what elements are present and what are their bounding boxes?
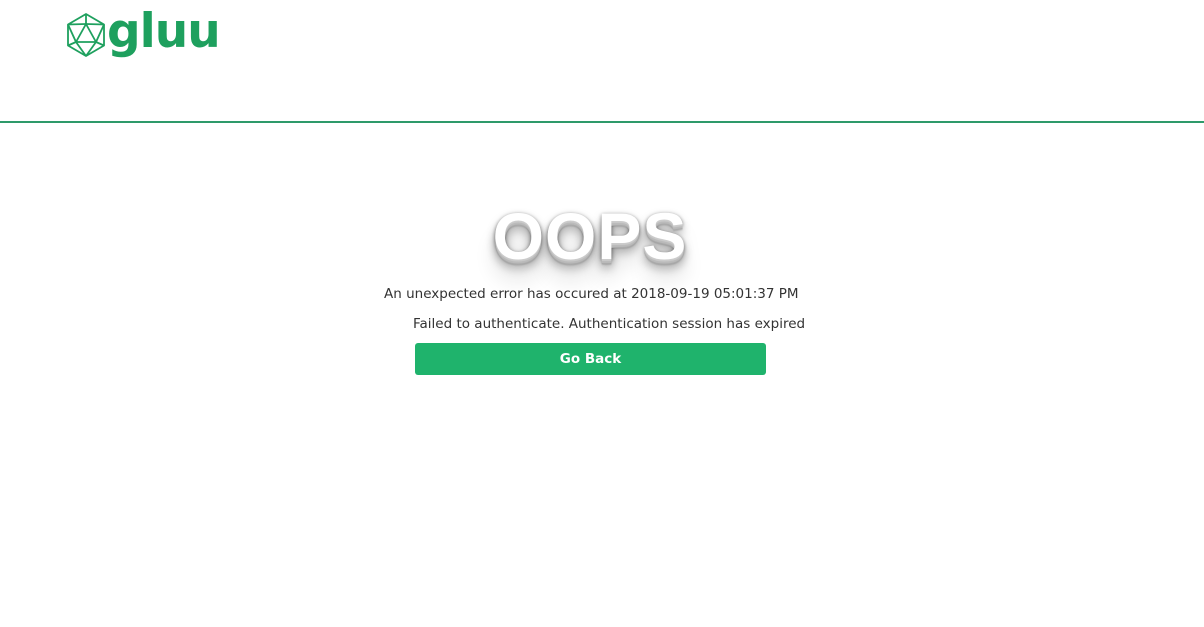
oops-heading: OOPS: [492, 199, 688, 273]
gluu-logo[interactable]: gluu: [65, 3, 221, 60]
error-message: An unexpected error has occured at 2018-…: [384, 286, 799, 302]
error-detail: Failed to authenticate. Authentication s…: [413, 316, 806, 332]
icosahedron-icon: [67, 13, 105, 57]
header: gluu: [0, 0, 1204, 123]
error-content: OOPS An unexpected error has occured at …: [0, 123, 1204, 627]
go-back-button[interactable]: Go Back: [415, 343, 766, 375]
logo-wordmark: gluu: [107, 3, 221, 59]
